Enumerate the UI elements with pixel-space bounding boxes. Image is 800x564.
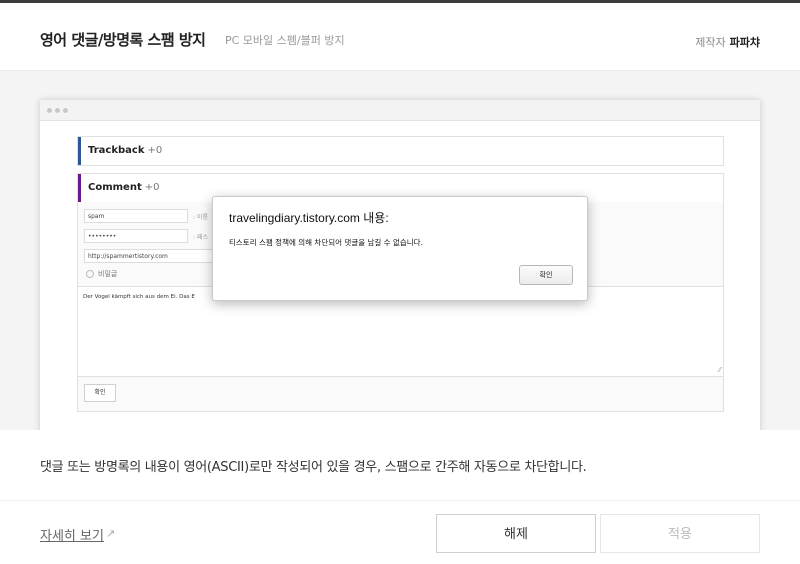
comment-submit-button[interactable]: 확인: [84, 384, 116, 402]
external-link-icon: ↗: [106, 527, 116, 540]
trackback-header: Trackback +0: [78, 137, 723, 165]
maker-name: 파파챠: [729, 36, 760, 49]
window-titlebar: [40, 100, 760, 121]
alert-ok-button[interactable]: 확인: [519, 265, 573, 285]
homepage-field[interactable]: http://spammertistory.com: [84, 249, 214, 263]
plugin-header: 영어 댓글/방명록 스팸 방지 PC 모바일 스펨/블퍼 방지 제작자 파파챠: [0, 3, 800, 71]
password-field[interactable]: ••••••••: [84, 229, 188, 243]
window-dot-icon: [55, 108, 60, 113]
release-button[interactable]: 해제: [436, 514, 596, 553]
resize-handle-icon[interactable]: ⁄⁄: [719, 366, 721, 374]
alert-dialog: travelingdiary.tistory.com 내용: 티스토리 스팸 정…: [212, 196, 588, 301]
maker-info: 제작자 파파챠: [695, 34, 760, 50]
name-field[interactable]: spam: [84, 209, 188, 223]
window-dot-icon: [63, 108, 68, 113]
alert-message: 티스토리 스팸 정책에 의해 차단되어 댓글을 남길 수 없습니다.: [229, 238, 423, 247]
password-label: : 패스: [193, 234, 208, 241]
secret-label: 비밀글: [98, 270, 118, 278]
window-dot-icon: [47, 108, 52, 113]
comment-label: Comment: [88, 182, 142, 193]
comment-count: +0: [144, 182, 160, 193]
secret-checkbox[interactable]: [86, 270, 94, 278]
preview-browser-window: Trackback +0 Comment +0 spam : 이름 ••••••••…: [40, 100, 760, 430]
maker-label: 제작자: [695, 36, 726, 49]
preview-area: Trackback +0 Comment +0 spam : 이름 ••••••••…: [0, 71, 800, 430]
page-title: 영어 댓글/방명록 스팸 방지: [40, 31, 206, 49]
page-subtitle: PC 모바일 스펨/블퍼 방지: [225, 34, 345, 47]
plugin-description: 댓글 또는 방명록의 내용이 영어(ASCII)로만 작성되어 있을 경우, 스…: [40, 460, 587, 475]
name-label: : 이름: [193, 214, 208, 221]
alert-title: travelingdiary.tistory.com 내용:: [229, 211, 389, 225]
trackback-section: Trackback +0: [77, 136, 724, 166]
more-link[interactable]: 자세히 보기: [40, 525, 104, 544]
comment-body-text: Der Vogel kämpft sich aus dem Ei. Das E: [83, 294, 195, 300]
trackback-count: +0: [147, 145, 163, 156]
apply-button[interactable]: 적용: [600, 514, 760, 553]
footer-divider: [0, 500, 800, 501]
trackback-label: Trackback: [88, 145, 145, 156]
